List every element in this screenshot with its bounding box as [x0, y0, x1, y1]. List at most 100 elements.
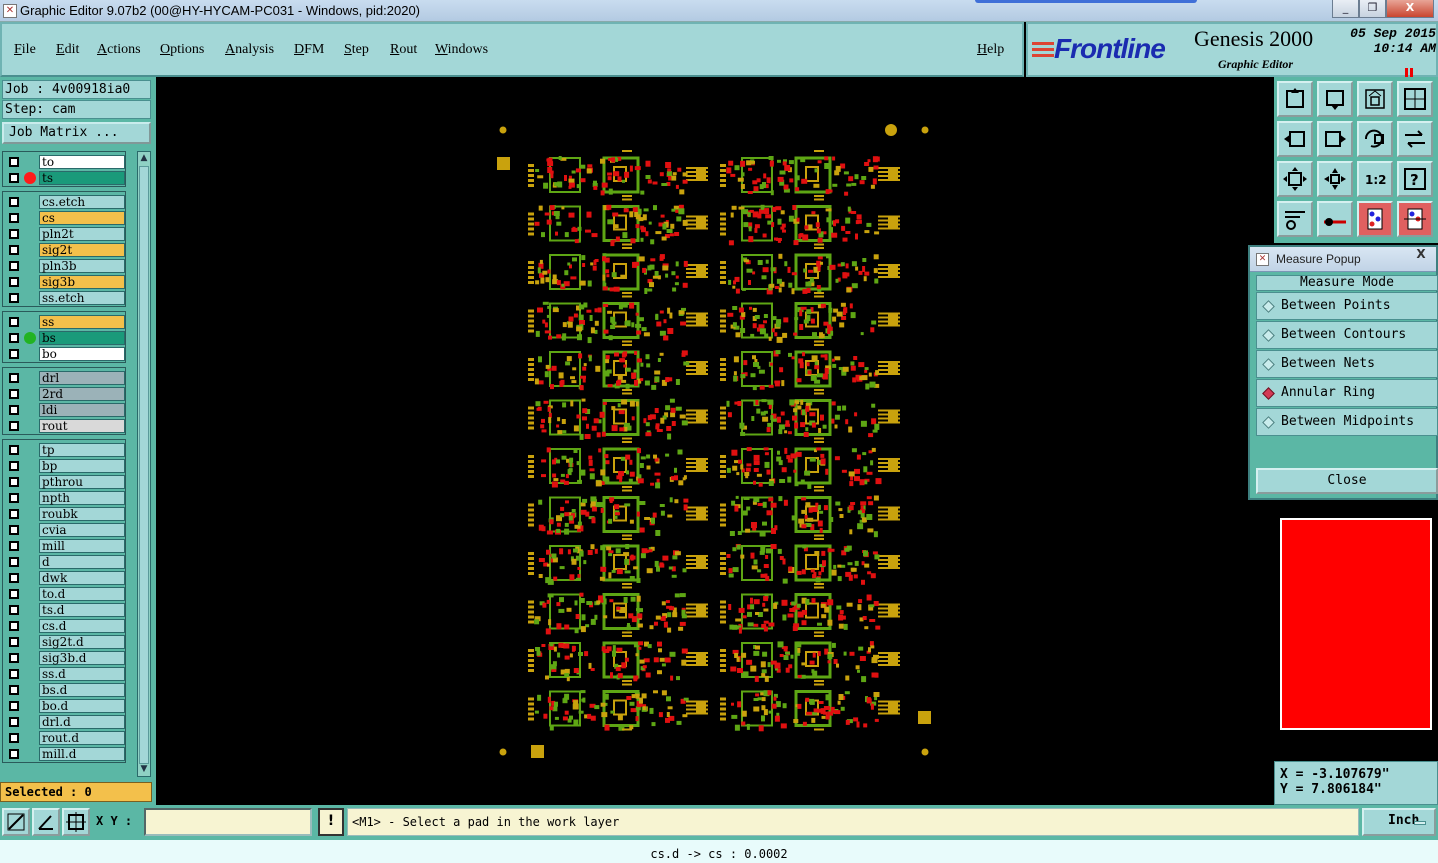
overview-map[interactable]: [1274, 508, 1438, 761]
layer-name[interactable]: cs.d: [39, 619, 125, 633]
graphic-canvas[interactable]: [156, 77, 1274, 805]
layer-name[interactable]: rout.d: [39, 731, 125, 745]
pcb-unit[interactable]: [528, 441, 708, 489]
xy-input[interactable]: [144, 808, 312, 836]
pcb-unit[interactable]: [528, 295, 708, 344]
layer-row[interactable]: drl.d: [5, 714, 125, 730]
mode-between-midpoints[interactable]: Between Midpoints: [1256, 408, 1438, 436]
unit-selector[interactable]: Inch: [1362, 808, 1436, 836]
layer-name[interactable]: mill.d: [39, 747, 125, 761]
layer-checkbox[interactable]: [9, 261, 19, 271]
layer-row[interactable]: rout: [5, 418, 125, 434]
layer-name[interactable]: drl: [39, 371, 125, 385]
menu-actions[interactable]: Actions: [97, 42, 141, 58]
layer-checkbox[interactable]: [9, 213, 19, 223]
scroll-up-icon[interactable]: ▲: [139, 153, 149, 163]
menu-file[interactable]: File: [14, 42, 36, 58]
layer-checkbox[interactable]: [9, 525, 19, 535]
layer-row[interactable]: ss.etch: [5, 290, 125, 306]
layer-checkbox[interactable]: [9, 477, 19, 487]
minimize-button[interactable]: _: [1332, 0, 1359, 18]
layer-checkbox[interactable]: [9, 589, 19, 599]
layer-name[interactable]: to.d: [39, 587, 125, 601]
layer-checkbox[interactable]: [9, 349, 19, 359]
layer-name[interactable]: sig3b: [39, 275, 125, 289]
layer-row[interactable]: to: [5, 154, 125, 170]
layer-row[interactable]: mill.d: [5, 746, 125, 762]
layer-name[interactable]: ss: [39, 315, 125, 329]
layers-active-icon[interactable]: [1397, 201, 1433, 237]
layer-row[interactable]: bs: [5, 330, 125, 346]
layer-name[interactable]: bo.d: [39, 699, 125, 713]
pcb-unit[interactable]: [528, 344, 708, 391]
layer-checkbox[interactable]: [9, 245, 19, 255]
layer-row[interactable]: pln2t: [5, 226, 125, 242]
menu-edit[interactable]: Edit: [56, 42, 79, 58]
layer-row[interactable]: sig2t.d: [5, 634, 125, 650]
layer-checkbox[interactable]: [9, 389, 19, 399]
pcb-unit[interactable]: [528, 489, 708, 537]
pcb-unit[interactable]: [528, 586, 708, 635]
layer-row[interactable]: roubk: [5, 506, 125, 522]
popup-close-icon[interactable]: X: [1410, 248, 1432, 261]
layer-row[interactable]: cvia: [5, 522, 125, 538]
layer-name[interactable]: bs: [39, 331, 125, 345]
mode-annular-ring[interactable]: Annular Ring: [1256, 379, 1438, 407]
pcb-board-view[interactable]: [156, 77, 1274, 805]
layer-row[interactable]: ts.d: [5, 602, 125, 618]
layer-name[interactable]: ts: [39, 171, 125, 185]
layer-checkbox[interactable]: [9, 669, 19, 679]
pcb-unit[interactable]: [720, 489, 900, 538]
layer-checkbox[interactable]: [9, 557, 19, 567]
layer-name[interactable]: sig3b.d: [39, 651, 125, 665]
pcb-unit[interactable]: [720, 683, 900, 732]
layer-name[interactable]: pln2t: [39, 227, 125, 241]
layer-row[interactable]: bo.d: [5, 698, 125, 714]
layer-name[interactable]: cs: [39, 211, 125, 225]
layer-name[interactable]: bp: [39, 459, 125, 473]
pcb-unit[interactable]: [720, 247, 900, 295]
layer-checkbox[interactable]: [9, 541, 19, 551]
layer-row[interactable]: bp: [5, 458, 125, 474]
layer-name[interactable]: pln3b: [39, 259, 125, 273]
layer-checkbox[interactable]: [9, 333, 19, 343]
angle-tool-icon[interactable]: [32, 808, 60, 836]
scale-1-2-icon[interactable]: 1:2: [1357, 161, 1393, 197]
menu-analysis[interactable]: Analysis: [225, 42, 274, 58]
layer-checkbox[interactable]: [9, 173, 19, 183]
layer-name[interactable]: mill: [39, 539, 125, 553]
layer-name[interactable]: ss.etch: [39, 291, 125, 305]
pcb-unit[interactable]: [528, 392, 708, 440]
layer-checkbox[interactable]: [9, 605, 19, 615]
layer-row[interactable]: sig3b: [5, 274, 125, 290]
menu-rout[interactable]: Rout: [390, 42, 417, 58]
layer-row[interactable]: d: [5, 554, 125, 570]
layer-row[interactable]: ts: [5, 170, 125, 186]
layer-row[interactable]: cs.etch: [5, 194, 125, 210]
overview-window[interactable]: [1280, 518, 1432, 730]
zoom-fit-icon[interactable]: [1317, 81, 1353, 117]
layer-name[interactable]: cs.etch: [39, 195, 125, 209]
layer-checkbox[interactable]: [9, 749, 19, 759]
layer-row[interactable]: dwk: [5, 570, 125, 586]
pcb-unit[interactable]: [720, 392, 900, 440]
close-window-button[interactable]: X: [1386, 0, 1434, 18]
pcb-unit[interactable]: [720, 441, 900, 489]
pan-right-icon[interactable]: [1317, 121, 1353, 157]
layer-checkbox[interactable]: [9, 293, 19, 303]
warning-button[interactable]: !: [318, 808, 344, 836]
layer-row[interactable]: ss: [5, 314, 125, 330]
layer-name[interactable]: sig2t.d: [39, 635, 125, 649]
redraw-icon[interactable]: [1397, 121, 1433, 157]
layer-checkbox[interactable]: [9, 197, 19, 207]
layer-row[interactable]: ss.d: [5, 666, 125, 682]
pcb-unit[interactable]: [528, 150, 708, 197]
pcb-unit[interactable]: [528, 247, 708, 294]
layer-checkbox[interactable]: [9, 637, 19, 647]
pcb-unit[interactable]: [720, 344, 900, 391]
layer-row[interactable]: pthrou: [5, 474, 125, 490]
scroll-thumb[interactable]: [139, 166, 149, 764]
layer-name[interactable]: drl.d: [39, 715, 125, 729]
layer-checkbox[interactable]: [9, 157, 19, 167]
pcb-unit[interactable]: [720, 538, 900, 585]
